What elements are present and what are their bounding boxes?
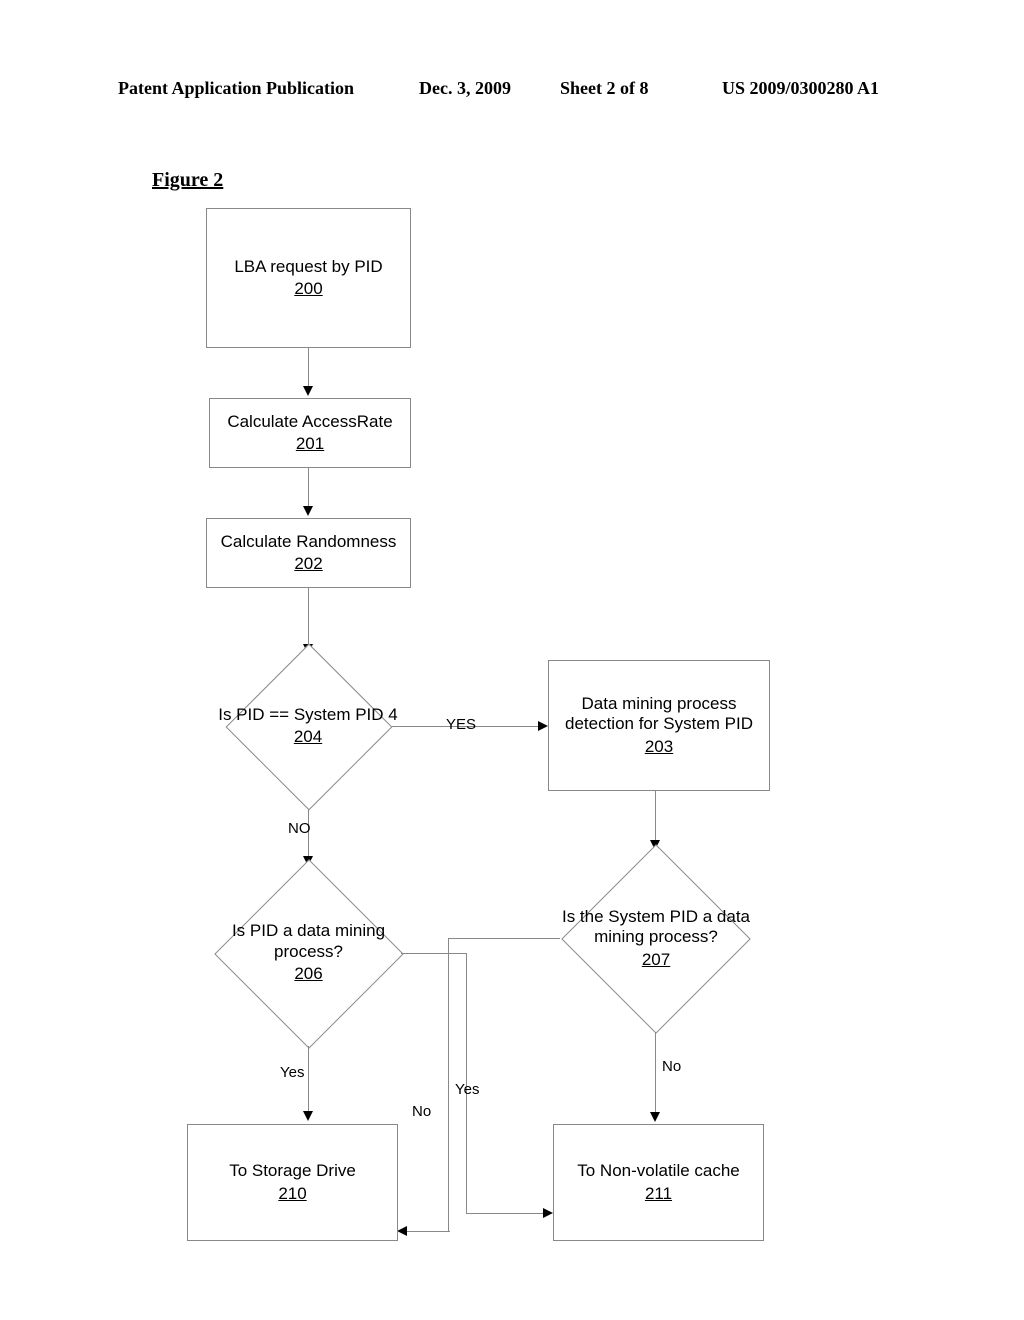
decision-207: Is the System PID a data mining process?…	[535, 870, 777, 1007]
figure-label: Figure 2	[152, 169, 223, 192]
box-text: Calculate AccessRate	[227, 412, 392, 432]
box-ref: 200	[294, 279, 322, 299]
decision-text: Is PID a data mining process?	[198, 921, 419, 962]
arrow-head-down-icon	[303, 1111, 313, 1121]
arrow	[308, 468, 309, 508]
flowchart: LBA request by PID 200 Calculate AccessR…	[150, 208, 870, 1268]
arrow	[308, 1046, 309, 1114]
arrow-head-down-icon	[303, 386, 313, 396]
edge-label-yes: YES	[446, 716, 476, 733]
decision-ref: 207	[642, 950, 670, 970]
arrow	[308, 348, 309, 388]
arrow	[466, 1213, 546, 1214]
publication-number-label: US 2009/0300280 A1	[722, 78, 879, 99]
process-box-210: To Storage Drive 210	[187, 1124, 398, 1241]
decision-ref: 204	[294, 727, 322, 747]
box-text: Data mining process detection for System…	[555, 694, 763, 735]
box-text: To Non-volatile cache	[577, 1161, 740, 1181]
sheet-number-label: Sheet 2 of 8	[560, 78, 649, 99]
arrow	[308, 588, 309, 646]
arrow-head-left-icon	[397, 1226, 407, 1236]
edge-label-yes: Yes	[280, 1064, 304, 1081]
box-text: LBA request by PID	[234, 257, 382, 277]
process-box-202: Calculate Randomness 202	[206, 518, 411, 588]
arrow	[655, 1032, 656, 1115]
arrow	[448, 938, 560, 939]
box-ref: 202	[294, 554, 322, 574]
process-box-203: Data mining process detection for System…	[548, 660, 770, 791]
edge-label-no: No	[662, 1058, 681, 1075]
edge-label-yes: Yes	[455, 1081, 479, 1098]
box-ref: 210	[278, 1184, 306, 1204]
process-box-200: LBA request by PID 200	[206, 208, 411, 348]
box-ref: 211	[645, 1184, 672, 1204]
box-ref: 201	[296, 434, 324, 454]
arrow-head-right-icon	[538, 721, 548, 731]
edge-label-no: No	[412, 1103, 431, 1120]
publication-type-label: Patent Application Publication	[118, 78, 354, 99]
box-text: To Storage Drive	[229, 1161, 356, 1181]
arrow-head-down-icon	[303, 506, 313, 516]
process-box-201: Calculate AccessRate 201	[209, 398, 411, 468]
process-box-211: To Non-volatile cache 211	[553, 1124, 764, 1241]
arrow	[448, 938, 449, 1231]
arrow-head-down-icon	[650, 1112, 660, 1122]
box-text: Calculate Randomness	[221, 532, 397, 552]
arrow	[401, 953, 466, 954]
arrow	[655, 791, 656, 843]
decision-text: Is the System PID a data mining process?	[535, 907, 777, 948]
edge-label-no: NO	[288, 820, 311, 837]
arrow	[406, 1231, 450, 1232]
decision-text: Is PID == System PID 4	[218, 705, 398, 725]
decision-206: Is PID a data mining process? 206	[198, 888, 419, 1018]
arrow-head-right-icon	[543, 1208, 553, 1218]
decision-ref: 206	[294, 964, 322, 984]
box-ref: 203	[645, 737, 673, 757]
publication-date-label: Dec. 3, 2009	[419, 78, 511, 99]
